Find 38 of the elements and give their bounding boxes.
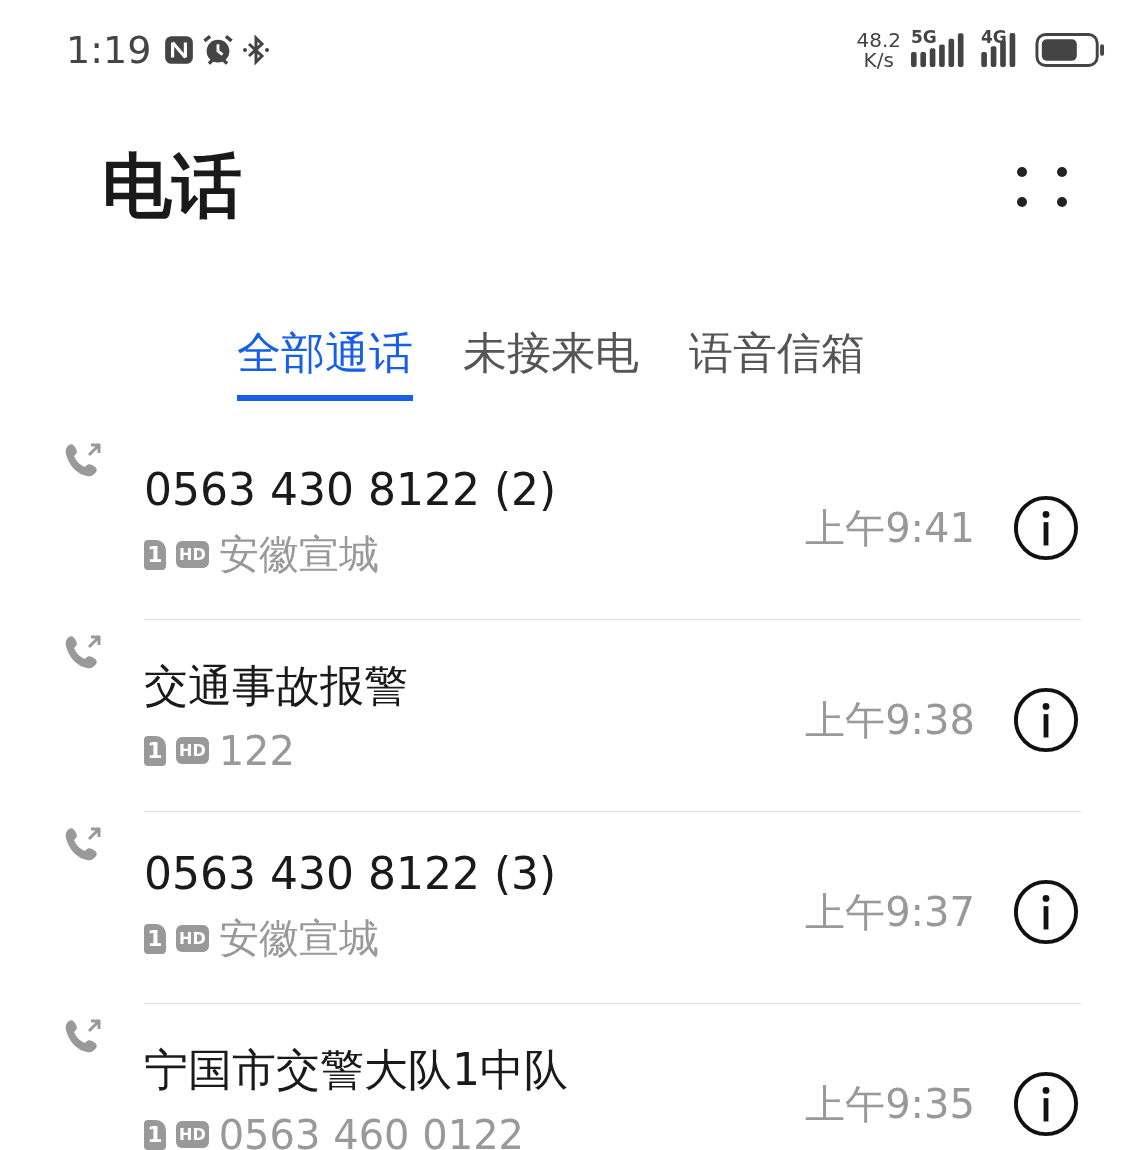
network-type: 5G bbox=[911, 27, 937, 47]
hd-badge: HD bbox=[176, 541, 209, 568]
nfc-icon bbox=[163, 34, 196, 66]
speed-unit: K/s bbox=[863, 50, 894, 70]
page-title: 电话 bbox=[102, 144, 242, 229]
hd-badge: HD bbox=[176, 1121, 209, 1148]
call-time: 上午9:38 bbox=[805, 695, 975, 745]
call-time: 上午9:41 bbox=[805, 503, 975, 553]
call-detail: 安徽宣城 bbox=[218, 530, 379, 579]
hd-badge: HD bbox=[176, 737, 209, 764]
caller-name: 0563 430 8122 (3) bbox=[144, 848, 558, 899]
bluetooth-icon bbox=[241, 34, 272, 66]
call-detail: 安徽宣城 bbox=[218, 914, 379, 963]
network-speed: 48.2 bbox=[856, 30, 901, 50]
caller-name: 0563 430 8122 (2) bbox=[144, 464, 558, 515]
tab[interactable]: 语音信箱 bbox=[688, 324, 865, 401]
call-detail: 0563 460 0122 bbox=[218, 1111, 525, 1150]
info-icon[interactable] bbox=[1013, 495, 1079, 561]
info-icon[interactable] bbox=[1013, 879, 1079, 945]
clock-time: 1:19 bbox=[66, 28, 152, 72]
caller-name: 宁国市交警大队1中队 bbox=[144, 1042, 569, 1097]
network-type: 4G bbox=[981, 27, 1007, 47]
caller-name: 交通事故报警 bbox=[144, 658, 409, 713]
sim-badge: 1 bbox=[144, 735, 166, 766]
call-time: 上午9:35 bbox=[805, 1079, 975, 1129]
call-time: 上午9:37 bbox=[805, 887, 975, 937]
more-menu-icon[interactable] bbox=[1017, 167, 1067, 207]
tab[interactable]: 未接来电 bbox=[462, 324, 639, 401]
info-icon[interactable] bbox=[1013, 1071, 1079, 1137]
info-icon[interactable] bbox=[1013, 687, 1079, 753]
sim-badge: 1 bbox=[144, 1119, 166, 1150]
battery-icon bbox=[1035, 32, 1105, 68]
tab[interactable]: 全部通话 bbox=[236, 324, 413, 401]
sim-badge: 1 bbox=[144, 923, 166, 954]
hd-badge: HD bbox=[176, 925, 209, 952]
sim-badge: 1 bbox=[144, 539, 166, 570]
alarm-icon bbox=[201, 33, 236, 67]
call-detail: 122 bbox=[218, 727, 296, 774]
